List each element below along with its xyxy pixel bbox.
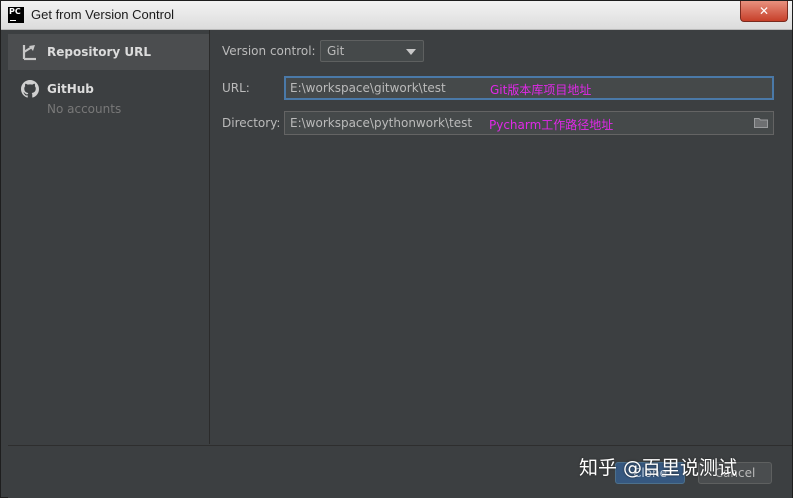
chevron-down-icon (406, 49, 416, 55)
directory-label: Directory: (222, 116, 281, 130)
sidebar: Repository URL GitHub No accounts (8, 30, 210, 444)
url-label: URL: (222, 81, 250, 95)
version-control-value: Git (327, 44, 345, 58)
title-bar[interactable]: PC Get from Version Control ✕ (1, 1, 792, 30)
directory-input[interactable]: E:\workspace\pythonwork\test Pycharm工作路径… (284, 111, 774, 135)
url-input[interactable]: E:\workspace\gitwork\test Git版本库项目地址 (284, 76, 774, 100)
close-button[interactable]: ✕ (740, 1, 788, 22)
sidebar-item-github[interactable]: GitHub No accounts (8, 74, 209, 122)
version-control-label: Version control: (222, 44, 316, 58)
url-annotation: Git版本库项目地址 (490, 83, 592, 97)
sidebar-item-repository-url[interactable]: Repository URL (8, 34, 209, 70)
version-control-select[interactable]: Git (320, 40, 424, 62)
directory-input-value: E:\workspace\pythonwork\test (290, 116, 473, 130)
github-icon (21, 80, 39, 98)
close-icon: ✕ (758, 4, 770, 18)
pycharm-app-icon: PC (8, 7, 24, 23)
vcs-arrow-icon (22, 45, 36, 61)
sidebar-item-label: Repository URL (47, 45, 151, 59)
folder-icon[interactable] (754, 117, 768, 128)
window-title: Get from Version Control (31, 7, 175, 22)
dialog-window: PC Get from Version Control ✕ Repository… (0, 0, 793, 498)
watermark-text: 知乎 @百里说测试 (579, 457, 738, 479)
directory-annotation: Pycharm工作路径地址 (489, 118, 614, 132)
main-panel: Version control: Git URL: E:\workspace\g… (210, 30, 792, 444)
url-input-value: E:\workspace\gitwork\test (290, 81, 446, 95)
app-icon-text: PC (9, 7, 21, 16)
sidebar-item-label: GitHub (47, 82, 94, 96)
sidebar-item-sublabel: No accounts (47, 102, 122, 116)
